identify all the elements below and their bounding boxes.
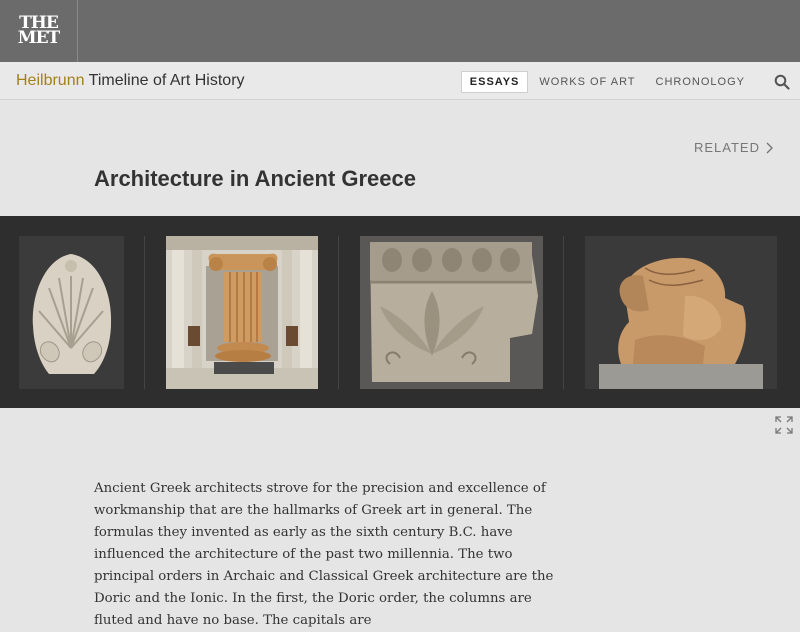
nav-works-of-art[interactable]: WORKS OF ART xyxy=(530,71,644,93)
search-icon[interactable] xyxy=(774,74,790,90)
chevron-right-icon xyxy=(766,142,773,153)
image-gallery xyxy=(0,216,800,408)
site-brand-link[interactable]: Heilbrunn Timeline of Art History xyxy=(16,72,245,90)
related-link[interactable]: RELATED xyxy=(694,140,774,155)
gallery-image-ionic-column-gallery[interactable] xyxy=(166,236,318,389)
gallery-image-relief-block[interactable] xyxy=(360,236,543,389)
nav-chronology[interactable]: CHRONOLOGY xyxy=(647,71,754,93)
expand-icon[interactable] xyxy=(775,416,793,434)
gallery-divider xyxy=(563,236,564,389)
main-nav: ESSAYS WORKS OF ART CHRONOLOGY xyxy=(459,71,754,93)
gallery-divider xyxy=(338,236,339,389)
met-logo-link[interactable]: THE MET xyxy=(0,0,78,62)
gallery-divider xyxy=(144,236,145,389)
nav-bar: Heilbrunn Timeline of Art History ESSAYS… xyxy=(0,62,800,100)
nav-essays[interactable]: ESSAYS xyxy=(460,71,529,93)
brand-rest: Timeline of Art History xyxy=(84,72,245,89)
essay-paragraph: Ancient Greek architects strove for the … xyxy=(94,481,554,628)
related-label: RELATED xyxy=(694,140,760,155)
logo-line-2: MET xyxy=(17,28,60,48)
gallery-image-lion-sculpture[interactable] xyxy=(585,236,777,389)
page-title: Architecture in Ancient Greece xyxy=(94,166,416,191)
gallery-image-palmette-antefix[interactable] xyxy=(19,236,124,389)
top-bar: THE MET xyxy=(0,0,800,62)
brand-highlight: Heilbrunn xyxy=(16,72,85,89)
met-logo: THE MET xyxy=(17,15,60,48)
